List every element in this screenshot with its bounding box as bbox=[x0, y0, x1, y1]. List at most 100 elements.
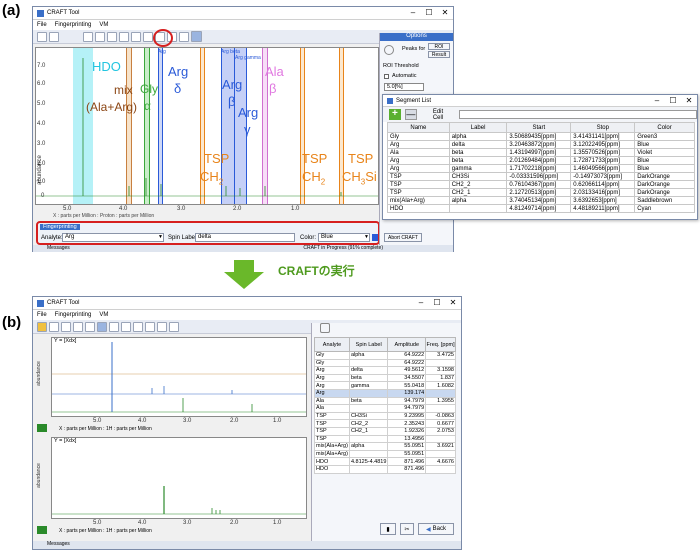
menu-fingerprinting[interactable]: Fingerprinting bbox=[55, 22, 92, 28]
table-cell[interactable]: 1.46049566[ppm] bbox=[570, 164, 636, 173]
maximize-icon[interactable]: ☐ bbox=[421, 7, 437, 19]
table-cell[interactable]: delta bbox=[448, 140, 508, 149]
analyte-select[interactable]: Arg ▼ bbox=[62, 233, 164, 242]
table-cell[interactable]: Arg bbox=[387, 140, 450, 149]
segment-tool-icon[interactable] bbox=[169, 321, 179, 332]
table-cell[interactable]: Gly bbox=[387, 132, 450, 141]
table-cell[interactable]: 1.43194997[ppm] bbox=[506, 148, 572, 157]
spectrum-plot-b2[interactable]: Y = [Xdx] bbox=[51, 437, 307, 519]
col-name[interactable]: Name bbox=[387, 122, 450, 133]
table-row[interactable]: mix(Ala+Arg) 55.0951 bbox=[314, 449, 456, 459]
table-cell[interactable]: CH2_1 bbox=[448, 188, 508, 197]
table-cell[interactable]: 3.74045134[ppm] bbox=[506, 196, 572, 205]
table-row[interactable]: Gly alpha 3.50689435[ppm] 3.41431141[ppm] Gr… bbox=[387, 132, 695, 141]
select-icon[interactable] bbox=[119, 31, 129, 42]
table-row[interactable]: Gly 64.9222 bbox=[314, 358, 456, 368]
table-row[interactable]: Arg 139.174 bbox=[314, 388, 456, 398]
measure-icon[interactable] bbox=[131, 31, 141, 42]
open-icon[interactable] bbox=[37, 321, 47, 332]
menu-vm[interactable]: VM bbox=[99, 22, 108, 28]
zoom-icon[interactable] bbox=[83, 31, 93, 42]
table-cell[interactable]: Cyan bbox=[634, 204, 695, 213]
table-cell[interactable]: Arg bbox=[387, 164, 450, 173]
plus-icon[interactable] bbox=[133, 321, 143, 332]
maximize-icon[interactable]: ☐ bbox=[665, 95, 681, 107]
spin-label-input[interactable]: delta bbox=[195, 233, 295, 242]
tab-fingerprinting[interactable]: Fingerprinting bbox=[40, 224, 80, 230]
col-stop[interactable]: Stop bbox=[570, 122, 636, 133]
table-cell[interactable]: TSP bbox=[387, 188, 450, 197]
menu-vm[interactable]: VM bbox=[99, 312, 108, 318]
table-cell[interactable]: 1.35570526[ppm] bbox=[570, 148, 636, 157]
table-cell[interactable] bbox=[448, 204, 508, 213]
menu-fingerprinting[interactable]: Fingerprinting bbox=[55, 312, 92, 318]
table-cell[interactable]: Arg bbox=[387, 156, 450, 165]
col-amplitude[interactable]: Amplitude bbox=[387, 337, 427, 352]
col-start[interactable]: Start bbox=[506, 122, 572, 133]
table-cell[interactable]: gamma bbox=[448, 164, 508, 173]
table-cell[interactable]: 0.62066114[ppm] bbox=[570, 180, 636, 189]
color-select[interactable]: Blue ▼ bbox=[318, 233, 370, 242]
table-cell[interactable]: TSP bbox=[387, 180, 450, 189]
menu-file[interactable]: File bbox=[37, 312, 47, 318]
fingerprint-icon[interactable] bbox=[49, 321, 59, 332]
minimize-icon[interactable]: – bbox=[649, 95, 665, 107]
table-cell[interactable]: 4.81249714[ppm] bbox=[506, 204, 572, 213]
table-cell[interactable]: Ala bbox=[387, 148, 450, 157]
table-cell[interactable]: DarkOrange bbox=[634, 172, 695, 181]
table-cell[interactable]: 2.12720513[ppm] bbox=[506, 188, 572, 197]
col-freq[interactable]: Freq. [ppm] bbox=[425, 337, 456, 352]
pan-icon[interactable] bbox=[107, 31, 117, 42]
abort-craft-button[interactable]: Abort CRAFT bbox=[384, 233, 422, 242]
back-button[interactable]: ◀ Back bbox=[418, 523, 454, 535]
table-cell[interactable]: 4.48189211[ppm] bbox=[570, 204, 636, 213]
settings-icon[interactable] bbox=[384, 45, 394, 55]
cursor-icon[interactable] bbox=[143, 31, 153, 42]
open-icon[interactable] bbox=[37, 31, 47, 42]
table-cell[interactable]: 3.6392653[ppm] bbox=[570, 196, 636, 205]
table-cell[interactable]: 3.50689435[ppm] bbox=[506, 132, 572, 141]
table-row[interactable]: Arg beta 34.5507 1.837 bbox=[314, 373, 456, 383]
table-row[interactable]: Gly alpha 64.9222 3.4725 bbox=[314, 351, 456, 360]
select-icon[interactable] bbox=[97, 321, 107, 332]
col-analyte[interactable]: Analyte bbox=[314, 337, 350, 352]
table-cell[interactable]: beta bbox=[448, 148, 508, 157]
table-row[interactable]: TSP CH2_2 0.76104367[ppm] 0.62066114[ppm] Da… bbox=[387, 180, 695, 189]
table-row[interactable]: mix(Ala+Arg) alpha 55.0951 3.6921 bbox=[314, 442, 456, 451]
table-row[interactable]: Arg beta 2.01269484[ppm] 1.72871733[ppm] Blu… bbox=[387, 156, 695, 165]
edit-cell-input[interactable] bbox=[458, 110, 698, 119]
table-cell[interactable]: mix(Ala+Arg) bbox=[387, 196, 450, 205]
settings-icon[interactable] bbox=[320, 323, 330, 333]
zoom-icon[interactable] bbox=[61, 321, 71, 332]
close-icon[interactable]: ✕ bbox=[437, 7, 453, 19]
remove-segment-button[interactable]: — bbox=[404, 109, 417, 120]
result-button[interactable]: Result bbox=[428, 51, 450, 58]
automatic-checkbox[interactable] bbox=[384, 74, 389, 79]
table-row[interactable]: Arg delta 3.20463872[ppm] 3.12022495[ppm] Bl… bbox=[387, 140, 695, 149]
table-cell[interactable]: 2.03133416[ppm] bbox=[570, 188, 636, 197]
fingerprint-icon[interactable] bbox=[49, 31, 59, 42]
table-cell[interactable]: 3.41431141[ppm] bbox=[570, 132, 636, 141]
chart-icon[interactable]: ▮ bbox=[380, 523, 396, 535]
table-row[interactable]: HDO 871.496 bbox=[314, 464, 456, 474]
col-label[interactable]: Label bbox=[448, 122, 508, 133]
box-icon[interactable] bbox=[157, 321, 167, 332]
table-cell[interactable]: 2.01269484[ppm] bbox=[506, 156, 572, 165]
table-cell[interactable]: HDO bbox=[387, 204, 450, 213]
zoom-out-icon[interactable] bbox=[73, 321, 83, 332]
table-row[interactable]: Arg gamma 1.71702218[ppm] 1.46049566[ppm] Bl… bbox=[387, 164, 695, 173]
crosshair-icon[interactable] bbox=[145, 321, 155, 332]
segment-tool-icon[interactable] bbox=[191, 31, 202, 42]
add-segment-button[interactable]: + bbox=[389, 109, 401, 120]
table-cell[interactable]: 3.20463872[ppm] bbox=[506, 140, 572, 149]
table-cell[interactable]: DarkOrange bbox=[634, 180, 695, 189]
table-cell[interactable]: Blue bbox=[634, 140, 695, 149]
table-row[interactable]: TSP 13.4956 bbox=[314, 434, 456, 444]
table-cell[interactable]: alpha bbox=[448, 196, 508, 205]
pan-icon[interactable] bbox=[85, 321, 95, 332]
col-color[interactable]: Color bbox=[634, 122, 695, 133]
table-cell[interactable]: -0.03331596[ppm] bbox=[506, 172, 572, 181]
table-cell[interactable]: 3.12022495[ppm] bbox=[570, 140, 636, 149]
table-cell[interactable]: Green3 bbox=[634, 132, 695, 141]
table-row[interactable]: Arg gamma 55.0418 1.6082 bbox=[314, 381, 456, 390]
